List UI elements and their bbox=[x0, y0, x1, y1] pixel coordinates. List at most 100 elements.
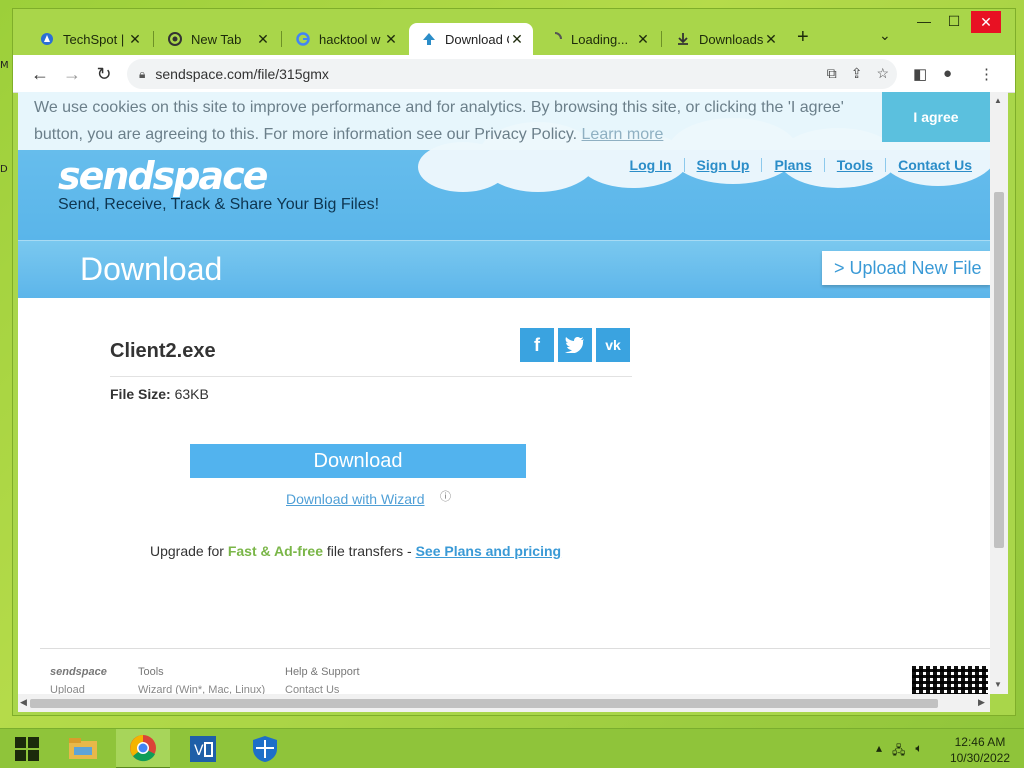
page-viewport: sendspace Send, Receive, Track & Share Y… bbox=[18, 92, 990, 694]
virtualbox-icon[interactable]: V bbox=[176, 729, 230, 768]
twitter-icon[interactable] bbox=[558, 328, 592, 362]
file-explorer-icon[interactable] bbox=[56, 729, 110, 768]
tab-techspot[interactable]: TechSpot | T ✕ bbox=[27, 23, 151, 55]
scroll-up-icon[interactable]: ▲ bbox=[994, 96, 1002, 105]
address-url: sendspace.com/file/315gmx bbox=[155, 66, 329, 82]
divider bbox=[110, 376, 632, 377]
system-clock[interactable]: 12:46 AM 10/30/2022 bbox=[950, 734, 1010, 766]
tab-label: Download C bbox=[445, 31, 509, 47]
sendspace-logo[interactable]: sendspace bbox=[58, 154, 268, 198]
lock-icon: 🔒︎ bbox=[139, 66, 146, 81]
menu-kebab-icon[interactable]: ⋮ bbox=[979, 65, 994, 83]
scroll-thumb[interactable] bbox=[30, 699, 938, 708]
i-agree-button[interactable]: I agree bbox=[882, 92, 990, 142]
download-with-wizard-link[interactable]: Download with Wizard bbox=[286, 491, 425, 507]
site-tagline: Send, Receive, Track & Share Your Big Fi… bbox=[58, 196, 380, 213]
close-icon[interactable]: ✕ bbox=[383, 31, 399, 48]
close-icon[interactable]: ✕ bbox=[763, 31, 779, 48]
google-icon bbox=[295, 31, 311, 47]
maximize-icon[interactable]: ☐ bbox=[939, 13, 969, 30]
new-tab-plus-icon[interactable]: + bbox=[797, 26, 809, 49]
download-icon bbox=[675, 31, 691, 47]
tab-label: Loading... bbox=[571, 31, 629, 47]
page-title: Download bbox=[80, 251, 223, 287]
system-tray: ▴ 🖧︎ 🔈︎ bbox=[876, 741, 923, 762]
tab-strip: TechSpot | T ✕ New Tab ✕ hacktool w ✕ Do… bbox=[13, 9, 1015, 55]
tray-chevron-icon[interactable]: ▴ bbox=[876, 741, 882, 762]
footer-divider bbox=[40, 648, 990, 649]
nav-sign-up[interactable]: Sign Up bbox=[697, 157, 750, 173]
chrome-taskbar-icon[interactable] bbox=[116, 729, 170, 768]
tab-search-chevron-icon[interactable]: ⌄ bbox=[879, 27, 891, 44]
tab-downloads[interactable]: Downloads ✕ bbox=[663, 23, 787, 55]
upload-new-file-button[interactable]: > Upload New File bbox=[822, 251, 990, 285]
horizontal-scrollbar[interactable]: ◀ ▶ bbox=[18, 694, 990, 712]
scroll-thumb[interactable] bbox=[994, 192, 1004, 548]
footer-link[interactable]: Contact Us bbox=[285, 684, 435, 694]
cookie-banner: We use cookies on this site to improve p… bbox=[18, 92, 990, 150]
qr-code bbox=[900, 656, 988, 694]
upgrade-line: Upgrade for Fast & Ad-free file transfer… bbox=[150, 543, 561, 559]
nav-plans[interactable]: Plans bbox=[774, 157, 811, 173]
close-icon[interactable]: ✕ bbox=[635, 31, 651, 48]
file-size-label: File Size: bbox=[110, 386, 171, 402]
tab-new-tab[interactable]: New Tab ✕ bbox=[155, 23, 279, 55]
top-nav: Log In Sign Up Plans Tools Contact Us bbox=[630, 157, 972, 173]
footer-heading: Help & Support bbox=[285, 666, 360, 678]
side-panel-icon[interactable]: ◧ bbox=[913, 65, 927, 83]
upgrade-prefix: Upgrade for bbox=[150, 543, 224, 559]
file-size-value: 63KB bbox=[174, 386, 209, 402]
blocked-popup-icon[interactable]: ⧉ bbox=[827, 65, 837, 82]
nav-tools[interactable]: Tools bbox=[837, 157, 873, 173]
network-icon[interactable]: 🖧︎ bbox=[892, 741, 905, 762]
start-windows-icon[interactable] bbox=[0, 729, 54, 768]
sendspace-icon bbox=[421, 31, 437, 47]
footer-heading: Tools bbox=[138, 666, 164, 678]
forward-arrow-icon[interactable]: → bbox=[61, 63, 83, 85]
taskbar: V ▴ 🖧︎ 🔈︎ 12:46 AM 10/30/2022 bbox=[0, 728, 1024, 768]
security-shield-icon[interactable] bbox=[238, 729, 292, 768]
close-icon[interactable]: ✕ bbox=[255, 31, 271, 48]
clock-time: 12:46 AM bbox=[954, 735, 1006, 749]
file-size: File Size: 63KB bbox=[110, 386, 209, 402]
learn-more-link[interactable]: Learn more bbox=[582, 126, 664, 143]
volume-icon[interactable]: 🔈︎ bbox=[915, 741, 922, 762]
scroll-right-icon[interactable]: ▶ bbox=[978, 697, 985, 708]
footer-link[interactable]: Wizard (Win*, Mac, Linux) bbox=[138, 684, 288, 694]
upgrade-highlight: Fast & Ad-free bbox=[227, 543, 323, 559]
download-button[interactable]: Download bbox=[190, 444, 526, 478]
tab-google-search[interactable]: hacktool w ✕ bbox=[283, 23, 407, 55]
back-arrow-icon[interactable]: ← bbox=[29, 63, 51, 85]
see-plans-link[interactable]: See Plans and pricing bbox=[416, 543, 562, 559]
tab-label: Downloads bbox=[699, 31, 763, 47]
minimize-icon[interactable]: — bbox=[909, 13, 939, 29]
nav-log-in[interactable]: Log In bbox=[630, 157, 672, 173]
window-close-icon[interactable]: ✕ bbox=[971, 11, 1001, 33]
file-name: Client2.exe bbox=[110, 340, 216, 362]
nav-contact-us[interactable]: Contact Us bbox=[898, 157, 972, 173]
address-bar[interactable]: 🔒︎ sendspace.com/file/315gmx ⧉ ⇪ ☆ bbox=[127, 59, 897, 89]
close-icon[interactable]: ✕ bbox=[127, 31, 143, 48]
chrome-icon bbox=[167, 31, 183, 47]
vertical-scrollbar[interactable]: ▲ ▼ bbox=[990, 92, 1008, 694]
tab-label: New Tab bbox=[191, 31, 242, 47]
svg-text:V: V bbox=[194, 743, 204, 759]
info-icon[interactable]: ⓘ bbox=[440, 488, 451, 504]
reload-icon[interactable]: ↻ bbox=[93, 63, 115, 85]
share-icon[interactable]: ⇪ bbox=[851, 65, 863, 82]
download-title-bar: Download > Upload New File bbox=[18, 240, 990, 298]
facebook-icon[interactable]: f bbox=[520, 328, 554, 362]
upgrade-middle: file transfers - bbox=[326, 543, 412, 559]
loading-spinner-icon bbox=[547, 31, 563, 47]
download-content: Client2.exe f vk File Size: 63KB Downloa… bbox=[40, 298, 990, 648]
vk-icon[interactable]: vk bbox=[596, 328, 630, 362]
social-share: f vk bbox=[520, 328, 630, 362]
scroll-left-icon[interactable]: ◀ bbox=[20, 697, 27, 708]
tab-loading[interactable]: Loading... ✕ bbox=[535, 23, 659, 55]
tab-separator bbox=[281, 31, 282, 47]
bookmark-star-icon[interactable]: ☆ bbox=[876, 65, 889, 82]
profile-avatar-icon[interactable]: ● bbox=[943, 65, 952, 82]
scroll-down-icon[interactable]: ▼ bbox=[994, 680, 1002, 689]
close-icon[interactable]: ✕ bbox=[509, 31, 525, 48]
tab-download-active[interactable]: Download C ✕ bbox=[409, 23, 533, 55]
